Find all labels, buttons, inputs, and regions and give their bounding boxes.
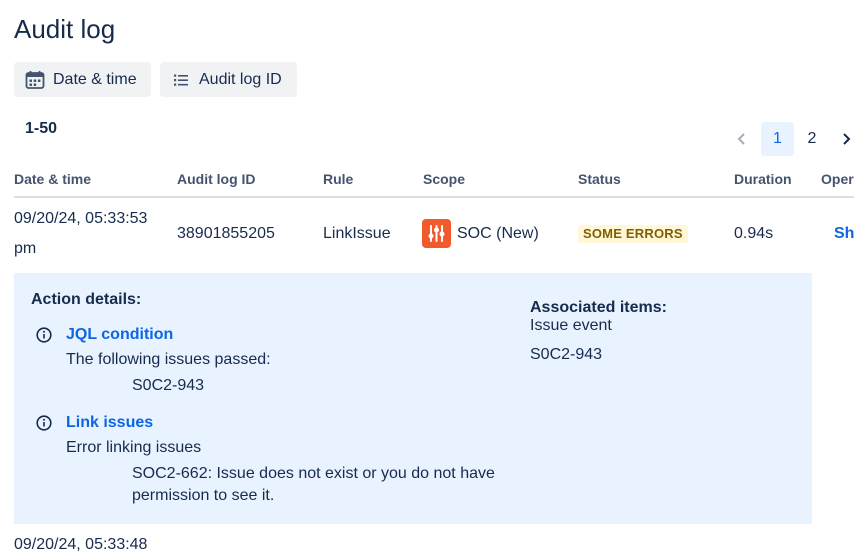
- col-header-status[interactable]: Status: [578, 171, 621, 187]
- associated-items-title: Associated items:: [530, 299, 667, 316]
- col-header-scope[interactable]: Scope: [423, 171, 465, 187]
- date-time-label: Date & time: [53, 70, 137, 88]
- header-divider: [14, 196, 854, 198]
- status-badge: SOME ERRORS: [578, 225, 688, 243]
- col-header-date[interactable]: Date & time: [14, 171, 91, 187]
- row-audit-id: 38901855205: [177, 225, 275, 242]
- list-icon: [170, 69, 192, 91]
- jql-condition-link[interactable]: JQL condition: [66, 326, 173, 344]
- link-issues-detail-line2: permission to see it.: [132, 487, 275, 504]
- info-icon: [36, 327, 52, 343]
- link-issues-link[interactable]: Link issues: [66, 414, 153, 432]
- col-header-audit-id[interactable]: Audit log ID: [177, 171, 256, 187]
- calendar-icon: [24, 69, 46, 91]
- info-icon: [36, 415, 52, 431]
- audit-log-id-button[interactable]: Audit log ID: [160, 62, 297, 97]
- col-header-duration[interactable]: Duration: [734, 171, 792, 187]
- col-header-rule[interactable]: Rule: [323, 171, 353, 187]
- chevron-right-icon: [843, 133, 851, 145]
- col-header-operations[interactable]: Operations: [821, 171, 854, 187]
- jql-condition-detail: S0C2-943: [132, 377, 205, 394]
- row-show-link[interactable]: Show: [834, 225, 854, 243]
- row-duration: 0.94s: [734, 225, 774, 242]
- associated-item-link[interactable]: S0C2-943: [530, 346, 602, 364]
- associated-item-type: Issue event: [530, 317, 612, 334]
- chevron-left-icon: [737, 133, 745, 145]
- project-icon: [422, 219, 451, 248]
- jql-condition-message: The following issues passed:: [66, 351, 271, 368]
- next-page-button[interactable]: [838, 122, 854, 156]
- action-details-title: Action details:: [31, 291, 142, 308]
- page-title: Audit log: [14, 14, 116, 44]
- link-issues-detail-line1: SOC2-662: Issue does not exist or you do…: [132, 465, 495, 482]
- row-rule: LinkIssue: [323, 225, 391, 242]
- link-issues-message: Error linking issues: [66, 439, 202, 456]
- prev-page-button[interactable]: [733, 122, 751, 156]
- date-time-button[interactable]: Date & time: [14, 62, 151, 97]
- row-scope: SOC (New): [457, 225, 539, 242]
- audit-log-id-label: Audit log ID: [199, 70, 282, 88]
- page-2-button[interactable]: 2: [802, 122, 822, 156]
- row-date-line1: 09/20/24, 05:33:53: [14, 210, 148, 227]
- row-date-line2: pm: [14, 240, 37, 257]
- page-1-button[interactable]: 1: [761, 122, 794, 156]
- results-range: 1-50: [25, 120, 58, 137]
- next-row-date: 09/20/24, 05:33:48: [14, 536, 148, 553]
